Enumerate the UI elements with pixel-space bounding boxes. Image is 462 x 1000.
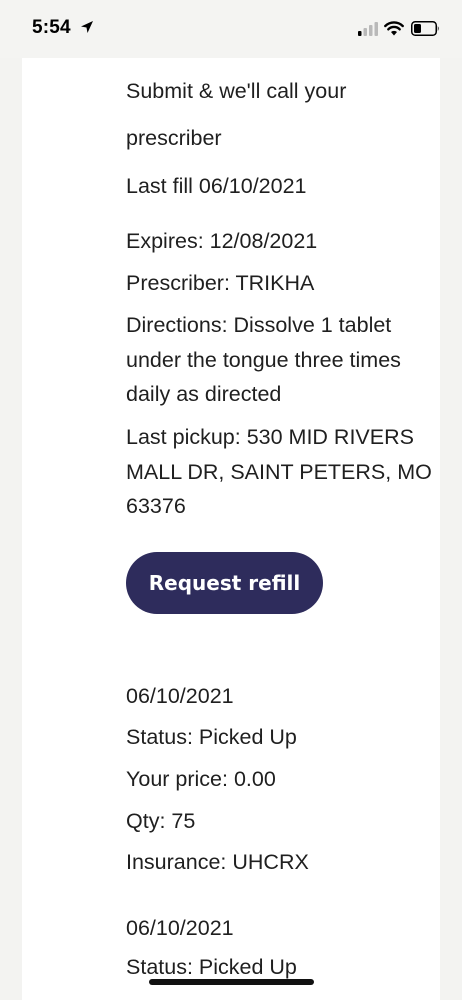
- fill-status: Status: Picked Up: [126, 725, 297, 749]
- fill-quantity: Qty: 75: [126, 809, 196, 833]
- directions-text: Directions: Dissolve 1 tablet under the …: [126, 313, 401, 406]
- fill-date: 06/10/2021: [126, 684, 234, 708]
- prescriber-name: Prescriber: TRIKHA: [126, 271, 315, 295]
- submit-text-line-2: prescriber: [126, 126, 222, 150]
- fill-date: 06/10/2021: [126, 916, 234, 940]
- request-refill-button[interactable]: Request refill: [126, 552, 323, 614]
- status-time: 5:54: [32, 17, 71, 38]
- wifi-icon: [384, 21, 404, 36]
- fill-insurance: Insurance: UHCRX: [126, 850, 309, 874]
- cellular-signal-icon: [358, 22, 378, 36]
- fill-price: Your price: 0.00: [126, 767, 276, 791]
- home-indicator[interactable]: [149, 979, 314, 985]
- last-fill-date: Last fill 06/10/2021: [126, 174, 307, 198]
- battery-icon: [411, 21, 439, 36]
- last-pickup-address: Last pickup: 530 MID RIVERS MALL DR, SAI…: [126, 425, 432, 518]
- submit-text-line-1: Submit & we'll call your: [126, 79, 347, 103]
- location-arrow-icon: [81, 21, 93, 33]
- expiration-date: Expires: 12/08/2021: [126, 229, 318, 253]
- status-bar: 5:54: [0, 0, 462, 58]
